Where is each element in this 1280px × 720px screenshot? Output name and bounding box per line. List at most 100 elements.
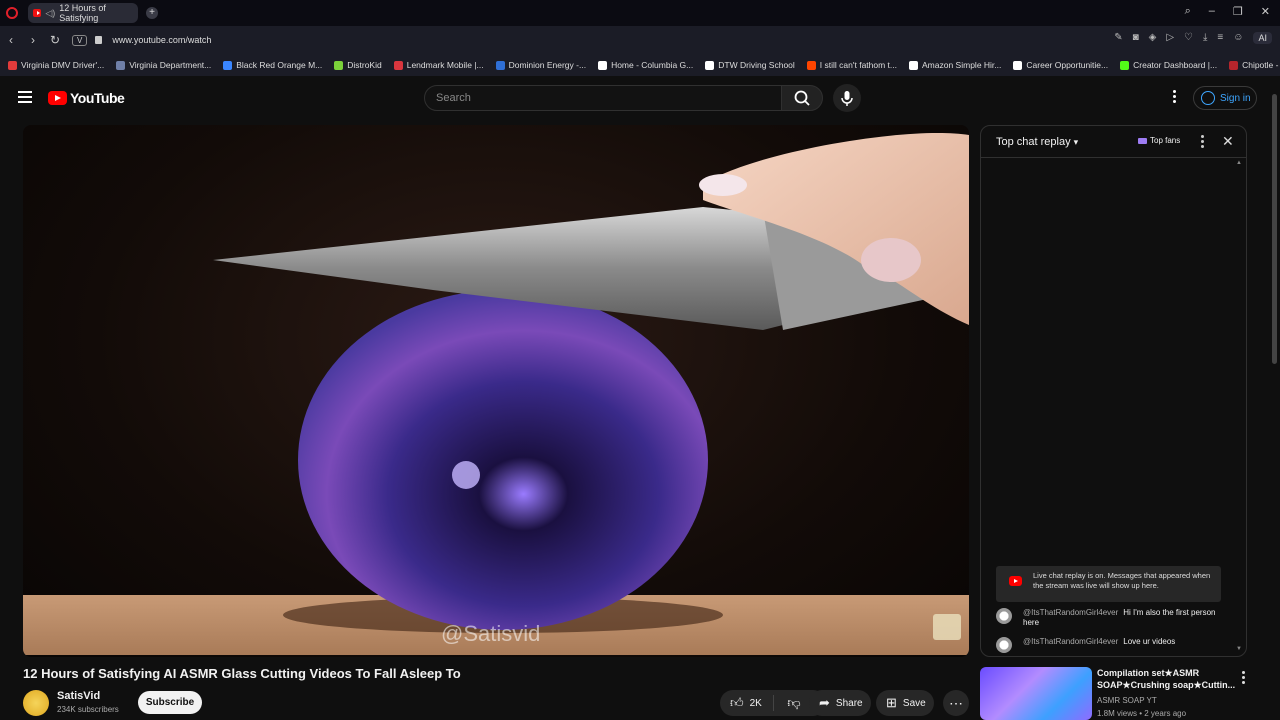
hamburger-menu-icon[interactable] bbox=[18, 91, 32, 103]
search-button[interactable] bbox=[781, 85, 823, 111]
play-icon[interactable]: ▷ bbox=[1166, 32, 1174, 44]
top-fans-button[interactable]: Top fans bbox=[1138, 136, 1180, 145]
bookmark-item[interactable]: Virginia DMV Driver'... bbox=[8, 60, 104, 70]
page-scrollbar-thumb[interactable] bbox=[1272, 94, 1277, 364]
lock-icon[interactable] bbox=[95, 36, 103, 44]
chat-message: @ItsThatRandomGirl4ever Love ur videos bbox=[996, 637, 1226, 653]
shield-icon[interactable]: ◈ bbox=[1149, 32, 1157, 44]
bookmark-item[interactable]: Dominion Energy -... bbox=[495, 60, 586, 70]
browser-tab-active[interactable]: ◁) 12 Hours of Satisfying bbox=[28, 3, 138, 23]
account-icon bbox=[1201, 91, 1215, 105]
bookmark-label: Black Red Orange M... bbox=[236, 60, 323, 70]
recommended-video[interactable]: Compilation set★ASMR SOAP★Crushing soap★… bbox=[980, 667, 1260, 720]
bookmark-item[interactable]: Virginia Department... bbox=[116, 60, 211, 70]
site-info-badge[interactable]: V bbox=[72, 34, 88, 46]
save-playlist-icon: ⊞ bbox=[886, 695, 897, 710]
subscribe-button[interactable]: Subscribe bbox=[138, 691, 202, 714]
edit-icon[interactable]: ✎ bbox=[1114, 32, 1122, 44]
voice-search-button[interactable] bbox=[833, 84, 861, 112]
dislike-button[interactable]: 👎︎ bbox=[774, 695, 814, 711]
bookmark-favicon-icon bbox=[1013, 60, 1023, 70]
forward-button[interactable]: › bbox=[22, 33, 44, 47]
chat-options-kebab-icon[interactable] bbox=[1198, 135, 1206, 150]
reload-button[interactable]: ↻ bbox=[44, 33, 66, 47]
aria-ai-button[interactable]: AI bbox=[1253, 32, 1272, 44]
channel-avatar[interactable] bbox=[23, 690, 49, 716]
bookmark-item[interactable]: Black Red Orange M... bbox=[223, 60, 322, 70]
back-button[interactable]: ‹ bbox=[0, 33, 22, 47]
channel-name[interactable]: SatisVid bbox=[57, 690, 100, 702]
bookmark-favicon-icon bbox=[1229, 60, 1239, 70]
video-player[interactable]: @Satisvid bbox=[23, 125, 969, 657]
new-tab-button[interactable]: + bbox=[146, 7, 158, 19]
heart-icon[interactable]: ♡ bbox=[1184, 32, 1193, 44]
crown-icon bbox=[1138, 137, 1147, 144]
bookmark-item[interactable]: Career Opportunitie... bbox=[1013, 60, 1108, 70]
bookmark-item[interactable]: Creator Dashboard |... bbox=[1120, 60, 1217, 70]
bookmark-favicon-icon bbox=[223, 60, 233, 70]
chat-mode-dropdown[interactable]: Top chat replay ▾ bbox=[996, 136, 1078, 148]
camera-icon[interactable]: ◙ bbox=[1133, 32, 1139, 44]
bookmark-item[interactable]: Amazon Simple Hir... bbox=[909, 60, 1001, 70]
recommended-video-thumbnail[interactable] bbox=[980, 667, 1092, 720]
channel-subscriber-count: 234K subscribers bbox=[57, 705, 119, 714]
bookmark-label: Amazon Simple Hir... bbox=[922, 60, 1002, 70]
bookmark-item[interactable]: I still can't fathom t... bbox=[806, 60, 897, 70]
share-label: Share bbox=[835, 697, 863, 709]
microphone-icon bbox=[841, 91, 853, 106]
more-horizontal-icon: ⋯ bbox=[949, 694, 963, 711]
youtube-logo[interactable]: YouTube bbox=[48, 90, 125, 106]
chat-scroll-down-icon[interactable]: ▼ bbox=[1236, 646, 1242, 652]
bookmark-label: Creator Dashboard |... bbox=[1133, 60, 1218, 70]
profile-icon[interactable]: ☺ bbox=[1233, 32, 1243, 44]
youtube-replay-icon bbox=[1009, 576, 1022, 586]
share-icon: ➦ bbox=[819, 695, 830, 710]
thumbs-up-icon: 👍︎ bbox=[730, 695, 744, 710]
share-button[interactable]: ➦ Share bbox=[809, 690, 871, 716]
bookmark-item[interactable]: Lendmark Mobile |... bbox=[393, 60, 484, 70]
sign-in-button[interactable]: Sign in bbox=[1193, 86, 1257, 110]
minimize-button[interactable]: – bbox=[1209, 5, 1215, 18]
page-scrollbar[interactable] bbox=[1270, 76, 1280, 720]
like-button[interactable]: 👍︎ 2K bbox=[720, 695, 774, 711]
chat-user-avatar[interactable] bbox=[996, 637, 1012, 653]
bookmark-item[interactable]: DistroKid bbox=[334, 60, 382, 70]
close-window-button[interactable]: ✕ bbox=[1261, 5, 1270, 18]
bookmark-favicon-icon bbox=[116, 60, 126, 70]
recommended-video-title[interactable]: Compilation set★ASMR SOAP★Crushing soap★… bbox=[1097, 667, 1237, 691]
bookmark-favicon-icon bbox=[334, 60, 344, 70]
recommended-video-channel[interactable]: ASMR SOAP YT bbox=[1097, 696, 1157, 705]
more-actions-button[interactable]: ⋯ bbox=[943, 690, 969, 716]
browser-search-icon[interactable]: ⌕ bbox=[1185, 5, 1191, 18]
bookmark-favicon-icon bbox=[1120, 60, 1130, 70]
settings-kebab-icon[interactable] bbox=[1167, 90, 1181, 106]
chat-message-author[interactable]: @ItsThatRandomGirl4ever bbox=[1023, 608, 1118, 617]
youtube-logo-text: YouTube bbox=[70, 90, 125, 106]
search-input[interactable]: Search bbox=[424, 85, 782, 111]
bookmark-favicon-icon bbox=[598, 60, 608, 70]
channel-watermark-badge[interactable] bbox=[933, 614, 961, 640]
chat-message-author[interactable]: @ItsThatRandomGirl4ever bbox=[1023, 637, 1118, 646]
save-button[interactable]: ⊞ Save bbox=[876, 690, 934, 716]
video-watermark: @Satisvid bbox=[441, 621, 541, 646]
restore-button[interactable]: ❐ bbox=[1233, 5, 1243, 18]
chat-user-avatar[interactable] bbox=[996, 608, 1012, 624]
chat-header: Top chat replay ▾ Top fans ✕ bbox=[981, 126, 1246, 158]
close-chat-icon[interactable]: ✕ bbox=[1222, 133, 1234, 150]
chevron-down-icon: ▾ bbox=[1073, 137, 1079, 147]
bookmarks-bar: Virginia DMV Driver'... Virginia Departme… bbox=[0, 54, 1280, 76]
bookmark-item[interactable]: Chipotle - Sign In bbox=[1229, 60, 1280, 70]
menu-icon[interactable]: ≡ bbox=[1217, 32, 1223, 44]
chat-scroll-up-icon[interactable]: ▲ bbox=[1236, 160, 1242, 166]
bookmark-item[interactable]: Home - Columbia G... bbox=[598, 60, 693, 70]
opera-logo-icon[interactable] bbox=[6, 7, 18, 19]
speaker-icon[interactable]: ◁) bbox=[45, 8, 55, 19]
search-icon bbox=[794, 90, 810, 106]
bookmark-label: Virginia DMV Driver'... bbox=[21, 60, 105, 70]
download-icon[interactable]: ⤓ bbox=[1203, 32, 1207, 44]
bookmark-favicon-icon bbox=[8, 60, 17, 70]
chat-replay-notice: Live chat replay is on. Messages that ap… bbox=[996, 566, 1221, 602]
url-field[interactable]: www.youtube.com/watch bbox=[112, 35, 211, 45]
recommended-video-kebab-icon[interactable] bbox=[1240, 671, 1246, 686]
bookmark-item[interactable]: DTW Driving School bbox=[705, 60, 795, 70]
